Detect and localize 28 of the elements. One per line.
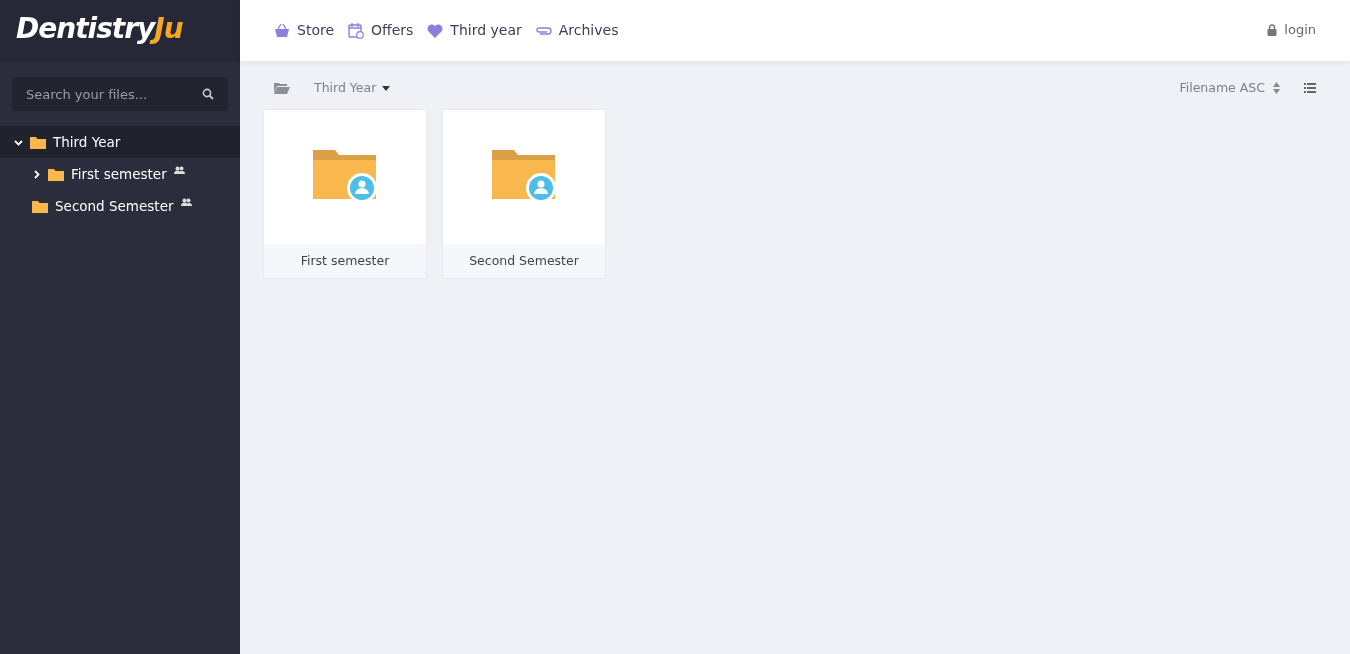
nav-link[interactable]: Archives [535, 20, 619, 41]
search-field[interactable]: Search your files... [12, 77, 228, 111]
folder-card[interactable]: Second Semester [443, 109, 605, 278]
logo: DentistryJu [16, 12, 183, 45]
tree-item[interactable]: Third Year [0, 126, 240, 158]
folder-icon [274, 82, 290, 95]
folder-name: Second Semester [443, 243, 605, 278]
folder-icon [32, 199, 48, 213]
folder-name: First semester [264, 243, 426, 278]
lock-icon [1267, 23, 1278, 36]
folder-card[interactable]: First semester [264, 109, 426, 278]
nav-link[interactable]: Third year [427, 20, 522, 41]
calendar-icon [348, 22, 364, 39]
folder-icon [30, 135, 46, 149]
sort-icon [1273, 82, 1280, 95]
basket-icon [274, 22, 290, 39]
search-icon [202, 88, 214, 100]
nav-link[interactable]: Store [274, 20, 334, 41]
login-link[interactable]: login [1267, 19, 1316, 40]
folder-icon [48, 167, 64, 181]
caret-icon [382, 85, 391, 91]
tree-item[interactable]: Second Semester [0, 190, 240, 222]
nav-link[interactable]: Offers [348, 20, 414, 41]
heart-icon [427, 22, 444, 39]
sort-dropdown[interactable]: Filename ASC [1179, 79, 1280, 98]
list-view-icon[interactable] [1304, 83, 1316, 94]
tree-item[interactable]: First semester [0, 158, 240, 190]
folder-dropdown[interactable]: Third Year [314, 79, 391, 98]
